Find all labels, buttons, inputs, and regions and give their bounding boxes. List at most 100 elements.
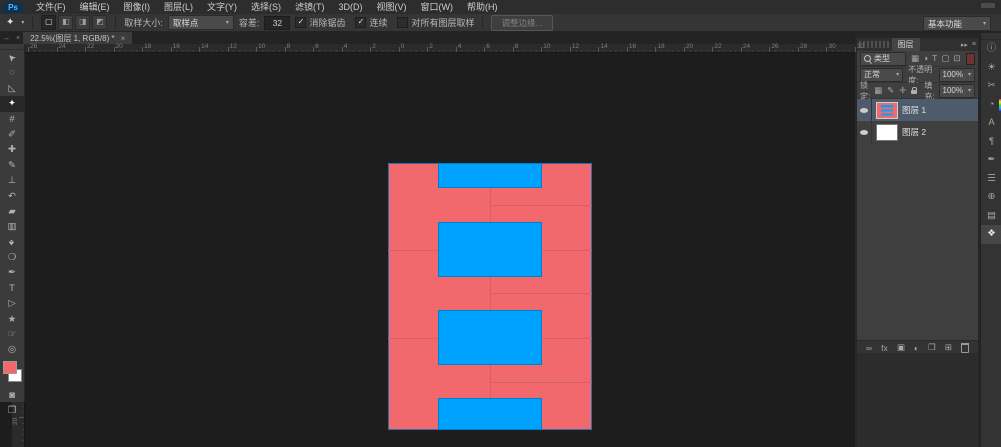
menubar-item-view[interactable]: 视图(V) (370, 0, 414, 14)
layer-row-2[interactable]: 图层 2 (857, 121, 978, 144)
eye-icon[interactable] (860, 107, 868, 113)
tab-bar-icon-1[interactable]: × (13, 35, 23, 42)
foreground-color-swatch[interactable] (3, 360, 17, 374)
layer-row-1[interactable]: 图层 1 (857, 99, 978, 122)
path-selection-tool[interactable]: ▷ (0, 296, 24, 311)
filter-shape-layers-icon[interactable]: ▢ (941, 53, 949, 64)
checkbox-label-contiguous: 连续 (369, 18, 388, 28)
checkbox-label-sample-all-layers: 对所有图层取样 (411, 18, 475, 28)
intersect-selection-mode[interactable]: ◩ (92, 15, 108, 30)
collapsed-panels-strip: ⓘ ☀ ✂ ◔ A ¶ ✒ ☰ ⊕ ▤ ❖ (980, 33, 1001, 447)
new-selection-mode[interactable]: ▢ (41, 15, 57, 30)
document-canvas[interactable] (388, 163, 592, 430)
lock-all-icon[interactable] (911, 87, 918, 94)
tolerance-input[interactable]: 32 (264, 15, 291, 30)
eyedropper-tool[interactable]: ✐ (0, 127, 24, 142)
brush-presets-panel-icon[interactable]: ▤ (981, 207, 1001, 226)
lock-image-pixels-icon[interactable]: ✎ (887, 85, 894, 96)
lasso-tool[interactable]: ◺ (0, 81, 24, 96)
opacity-dropdown[interactable]: 100% ▾ (938, 67, 975, 82)
menubar-item-file[interactable]: 文件(F) (29, 0, 73, 14)
add-layer-mask-icon[interactable]: ▣ (897, 342, 905, 353)
refine-edge-button[interactable]: 调整边缘... (491, 14, 553, 31)
layers-panel-icon[interactable]: ❖ (981, 225, 1001, 244)
close-icon[interactable]: × (121, 34, 126, 43)
filter-smart-objects-icon[interactable]: ⊡ (953, 53, 960, 64)
panel-menu-icon[interactable]: ≡ (972, 41, 976, 48)
menubar-item-threed[interactable]: 3D(D) (332, 0, 370, 14)
clone-source-panel-icon[interactable]: ⊕ (981, 188, 1001, 207)
zoom-tool[interactable]: ◎ (0, 342, 24, 357)
character-styles-panel-icon[interactable]: ✒ (981, 151, 1001, 170)
layer-thumbnail[interactable] (876, 101, 898, 119)
eye-icon[interactable] (860, 129, 868, 135)
layer-visibility-cell[interactable] (857, 99, 872, 121)
move-tool[interactable]: ➤ (0, 50, 24, 65)
paragraph-panel-icon[interactable]: ¶ (981, 133, 1001, 152)
layer-filter-toggle[interactable] (966, 52, 975, 65)
checkbox-anti-alias[interactable]: ✓ (295, 17, 307, 28)
delete-layer-icon[interactable] (960, 342, 969, 353)
dodge-tool[interactable]: ❍ (0, 250, 24, 265)
checkbox-sample-all-layers[interactable] (397, 17, 409, 28)
hand-tool[interactable]: ☞ (0, 327, 24, 342)
adjustments-panel-icon[interactable]: ☀ (981, 59, 1001, 78)
menubar-item-edit[interactable]: 编辑(E) (73, 0, 117, 14)
brush-tool[interactable]: ✎ (0, 158, 24, 173)
subtract-selection-mode[interactable]: ◨ (75, 15, 91, 30)
menubar-item-layer[interactable]: 图层(L) (157, 0, 200, 14)
new-group-icon[interactable]: ❒ (928, 342, 936, 353)
history-brush-tool[interactable]: ↶ (0, 189, 24, 204)
menubar-item-help[interactable]: 帮助(H) (460, 0, 505, 14)
info-panel-icon[interactable]: ⓘ (981, 40, 1001, 59)
filter-type-layers-icon[interactable]: T (932, 53, 937, 64)
spot-healing-brush-tool[interactable]: ✚ (0, 142, 24, 157)
filter-pixel-layers-icon[interactable]: ▦ (911, 53, 919, 64)
filter-adjustment-layers-icon[interactable]: ◑ (923, 53, 928, 64)
crop-tool[interactable]: # (0, 112, 24, 127)
sample-size-dropdown[interactable]: 取样点 ▾ (167, 15, 234, 30)
menubar-item-window[interactable]: 窗口(W) (414, 0, 461, 14)
window-control[interactable] (981, 3, 995, 8)
screen-mode-button[interactable]: ❐ (0, 403, 24, 418)
blur-tool[interactable]: ♠ (0, 235, 24, 250)
eraser-tool[interactable]: ▰ (0, 204, 24, 219)
lock-position-icon[interactable]: ✛ (899, 85, 906, 96)
tab-bar-icon-0[interactable]: ↔ (0, 35, 13, 42)
magic-wand-tool[interactable]: ✦ (0, 96, 24, 112)
dock-grabber[interactable] (981, 33, 1001, 40)
adjust-sliders-panel-icon[interactable]: ☰ (981, 170, 1001, 189)
add-selection-mode[interactable]: ◧ (58, 15, 74, 30)
new-layer-icon[interactable]: ⊞ (945, 342, 952, 353)
color-panel-icon[interactable]: ◔ (981, 96, 1001, 115)
layer-visibility-cell[interactable] (857, 121, 872, 143)
checkbox-contiguous[interactable]: ✓ (355, 17, 367, 28)
link-layers-icon[interactable]: ∞ (866, 343, 872, 353)
magic-wand-tool-glyph: ✦ (8, 98, 16, 110)
filter-type-dropdown[interactable]: 类型 (860, 51, 906, 66)
lock-transparent-pixels-icon[interactable]: ▦ (874, 85, 882, 96)
character-panel-icon[interactable]: A (981, 114, 1001, 133)
pattern-seam-h-3 (388, 250, 438, 251)
workspace-switcher[interactable]: 基本功能 ▾ (923, 16, 991, 31)
layers-panel-tab[interactable]: 图层 (891, 38, 920, 51)
elliptical-marquee-tool[interactable]: ◌ (0, 65, 24, 80)
menubar-item-filter[interactable]: 滤镜(T) (288, 0, 332, 14)
styles-panel-icon[interactable]: ✂ (981, 77, 1001, 96)
quick-mask-button[interactable]: ◙ (0, 388, 24, 403)
gradient-tool[interactable]: ▥ (0, 219, 24, 234)
menubar-item-image[interactable]: 图像(I) (117, 0, 158, 14)
clone-stamp-tool[interactable]: ⊥ (0, 173, 24, 188)
layer-style-icon[interactable]: fx (881, 343, 888, 353)
collapse-panels-icon[interactable]: ▸▸ (961, 41, 968, 49)
custom-shape-tool[interactable]: ★ (0, 312, 24, 327)
fill-dropdown[interactable]: 100% ▾ (938, 83, 975, 98)
magic-wand-icon[interactable]: ✦ (6, 17, 14, 28)
pen-tool[interactable]: ✒ (0, 265, 24, 280)
menubar-item-type[interactable]: 文字(Y) (200, 0, 244, 14)
menubar-item-select[interactable]: 选择(S) (244, 0, 288, 14)
new-adjustment-layer-icon[interactable]: ◐ (914, 343, 919, 353)
type-tool[interactable]: T (0, 281, 24, 296)
layer-thumbnail[interactable] (876, 123, 898, 141)
tool-preset-arrow-icon[interactable]: ▾ (21, 19, 24, 26)
